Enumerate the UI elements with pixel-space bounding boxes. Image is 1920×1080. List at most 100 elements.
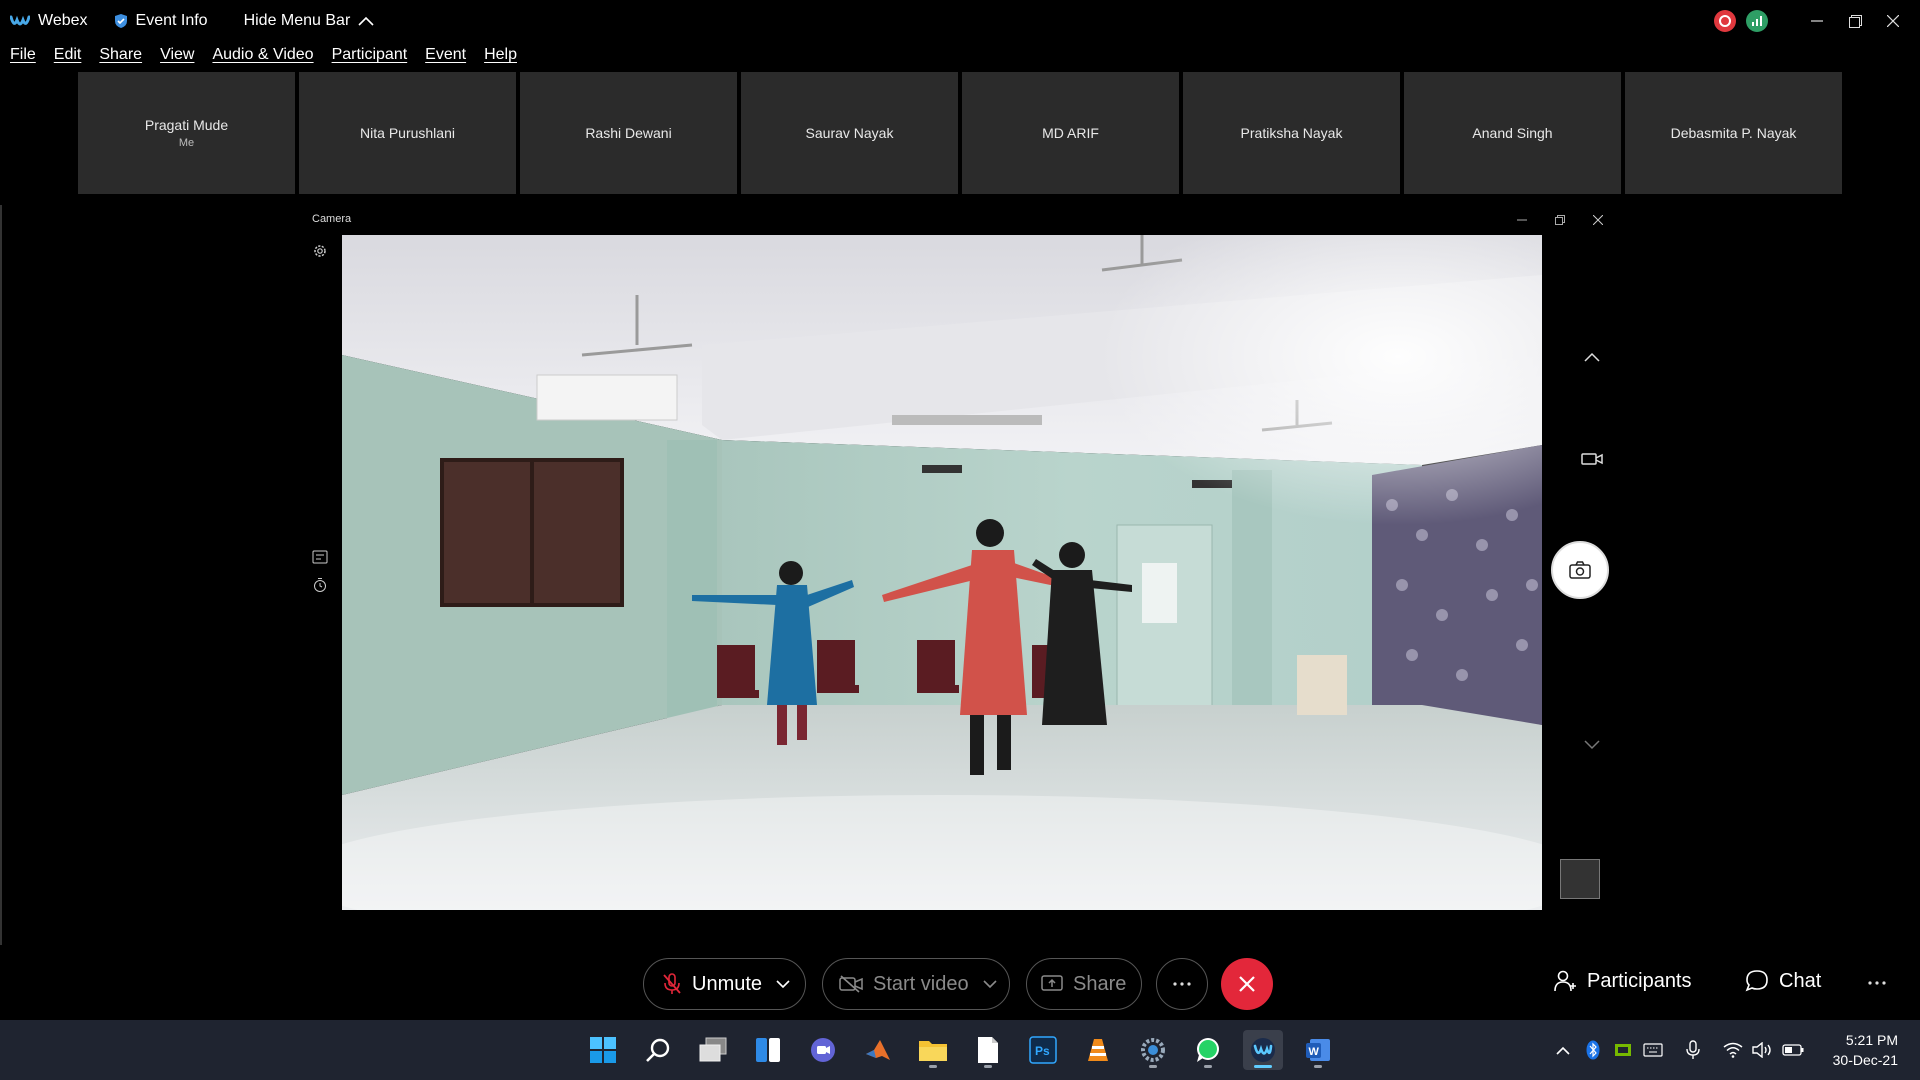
take-photo-button[interactable] <box>1551 541 1609 599</box>
overflow-menu-button[interactable] <box>1868 981 1896 985</box>
participant-name: Pragati Mude <box>144 117 229 133</box>
close-icon <box>1239 976 1255 992</box>
menu-view[interactable]: View <box>160 46 194 68</box>
camera-restore-button[interactable] <box>1546 211 1574 229</box>
vlc-icon[interactable] <box>1078 1030 1118 1070</box>
menu-edit[interactable]: Edit <box>54 46 82 68</box>
widgets-icon[interactable] <box>748 1030 788 1070</box>
participant-tile[interactable]: Pragati Mude Me <box>78 72 295 194</box>
windows-start-icon[interactable] <box>583 1030 623 1070</box>
recording-indicator-icon[interactable] <box>1714 10 1736 32</box>
volume-icon[interactable] <box>1748 1042 1778 1058</box>
participant-name: Debasmita P. Nayak <box>1670 125 1797 141</box>
system-clock[interactable]: 5:21 PM 30-Dec-21 <box>1833 1030 1898 1070</box>
more-options-button[interactable] <box>1156 958 1208 1010</box>
notepad-icon[interactable] <box>968 1030 1008 1070</box>
windows-taskbar: Ps W 5:21 PM 30-Dec-21 <box>0 1020 1920 1080</box>
camera-window-title: Camera <box>312 213 352 225</box>
file-explorer-icon[interactable] <box>913 1030 953 1070</box>
wifi-icon[interactable] <box>1718 1042 1748 1058</box>
restore-icon <box>1848 14 1862 28</box>
app-name: Webex <box>38 12 88 29</box>
start-video-label: Start video <box>873 972 969 995</box>
bluetooth-icon[interactable] <box>1578 1040 1608 1060</box>
nvidia-icon[interactable] <box>1608 1043 1638 1057</box>
minimize-button[interactable] <box>1798 0 1836 42</box>
camera-settings-button[interactable] <box>310 241 330 261</box>
shield-icon <box>114 14 127 28</box>
menu-participant[interactable]: Participant <box>332 46 408 68</box>
menu-help[interactable]: Help <box>484 46 517 68</box>
participant-tile[interactable]: Nita Purushlani <box>299 72 516 194</box>
matlab-icon[interactable] <box>858 1030 898 1070</box>
menu-file[interactable]: File <box>10 46 36 68</box>
hide-menu-bar-button[interactable]: Hide Menu Bar <box>244 12 375 30</box>
camera-video-feed <box>342 235 1542 910</box>
microphone-icon[interactable] <box>1678 1040 1708 1060</box>
menu-share[interactable]: Share <box>99 46 142 68</box>
camera-app-window: Camera <box>302 207 1618 912</box>
minimize-icon <box>1811 20 1823 22</box>
video-mode-button[interactable] <box>1564 449 1620 469</box>
participant-strip: Pragati Mude Me Nita Purushlani Rashi De… <box>78 72 1842 194</box>
video-camera-icon <box>1581 453 1603 465</box>
participant-me-label: Me <box>178 137 195 149</box>
settings-icon[interactable] <box>1133 1030 1173 1070</box>
whatsapp-icon[interactable] <box>1188 1030 1228 1070</box>
participant-tile[interactable]: Saurav Nayak <box>741 72 958 194</box>
participants-panel-button[interactable]: Participants <box>1553 969 1692 993</box>
chat-panel-button[interactable]: Chat <box>1745 969 1821 993</box>
word-icon[interactable]: W <box>1298 1030 1338 1070</box>
search-icon[interactable] <box>638 1030 678 1070</box>
network-stats-icon[interactable] <box>1746 10 1768 32</box>
leave-meeting-button[interactable] <box>1221 958 1273 1010</box>
chat-bubble-icon <box>1745 970 1768 992</box>
more-horizontal-icon <box>1173 982 1191 986</box>
participant-tile[interactable]: Rashi Dewani <box>520 72 737 194</box>
photoshop-icon[interactable]: Ps <box>1023 1030 1063 1070</box>
camera-timer-button[interactable] <box>310 575 330 595</box>
show-hidden-icons-button[interactable] <box>1548 1046 1578 1055</box>
chevron-up-icon <box>1556 1046 1570 1055</box>
camera-scroll-up-button[interactable] <box>1564 347 1620 367</box>
webex-logo-icon <box>10 15 30 26</box>
participant-tile[interactable]: Anand Singh <box>1404 72 1621 194</box>
touch-keyboard-icon[interactable] <box>1638 1043 1668 1057</box>
chevron-down-icon <box>776 979 790 988</box>
hide-menu-label: Hide Menu Bar <box>243 12 351 29</box>
svg-text:Ps: Ps <box>1035 1044 1050 1058</box>
share-button[interactable]: Share <box>1026 958 1142 1010</box>
camera-minimize-button[interactable] <box>1508 211 1536 229</box>
menu-bar: File Edit Share View Audio & Video Parti… <box>0 46 525 68</box>
camera-close-button[interactable] <box>1584 211 1612 229</box>
menu-event[interactable]: Event <box>425 46 466 68</box>
battery-icon[interactable] <box>1778 1044 1808 1056</box>
menu-audio-video[interactable]: Audio & Video <box>212 46 313 68</box>
teams-chat-icon[interactable] <box>803 1030 843 1070</box>
task-view-icon[interactable] <box>693 1030 733 1070</box>
close-window-button[interactable] <box>1874 0 1912 42</box>
start-video-button[interactable]: Start video <box>822 958 1010 1010</box>
scan-mode-icon <box>312 550 328 564</box>
unmute-button[interactable]: Unmute <box>643 958 806 1010</box>
timer-icon <box>314 578 326 592</box>
restore-icon <box>1555 215 1565 225</box>
participant-tile[interactable]: MD ARIF <box>962 72 1179 194</box>
participant-tile[interactable]: Debasmita P. Nayak <box>1625 72 1842 194</box>
muted-microphone-icon <box>663 973 681 994</box>
event-info-label: Event Info <box>135 12 208 29</box>
participant-tile[interactable]: Pratiksha Nayak <box>1183 72 1400 194</box>
webex-taskbar-icon[interactable] <box>1243 1030 1283 1070</box>
webex-brand[interactable]: Webex <box>10 12 88 30</box>
dance-room-video-image <box>342 235 1542 910</box>
unmute-label: Unmute <box>692 972 763 995</box>
camera-scroll-down-button[interactable] <box>1564 735 1620 755</box>
share-screen-icon <box>1041 975 1063 991</box>
restore-button[interactable] <box>1836 0 1874 42</box>
camera-mode-button[interactable] <box>310 547 330 567</box>
event-info-button[interactable]: Event Info <box>114 12 208 30</box>
meeting-controls-bar: Unmute Start video Share Participants Ch… <box>0 945 1920 1023</box>
participant-name: MD ARIF <box>1042 125 1099 141</box>
photo-gallery-thumbnail[interactable] <box>1560 859 1600 899</box>
system-tray <box>1548 1020 1808 1080</box>
